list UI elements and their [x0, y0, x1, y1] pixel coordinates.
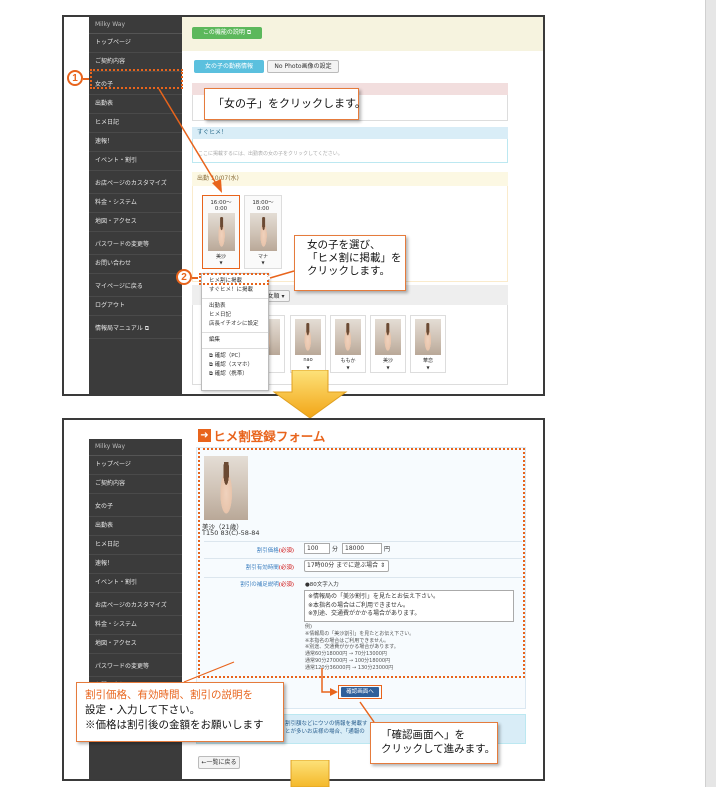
down-arrow-icon	[290, 760, 330, 787]
step-number-2: 2	[176, 269, 192, 285]
guide-arrows	[158, 88, 295, 281]
step1-screenshot-frame: Milky Way トップページ ご契約内容 女の子 出勤表 ヒメ日記 速報！ …	[62, 15, 545, 396]
step-number-1: 1	[67, 70, 83, 86]
page-edge	[705, 0, 716, 787]
guide-arrows	[183, 661, 375, 723]
step2-connector	[192, 277, 198, 279]
step2-screenshot-frame: Milky Way トップページ ご契約内容 女の子 出勤表 ヒメ日記 速報！ …	[62, 418, 545, 781]
step1-connector	[83, 78, 89, 80]
down-arrow-icon	[272, 370, 348, 419]
